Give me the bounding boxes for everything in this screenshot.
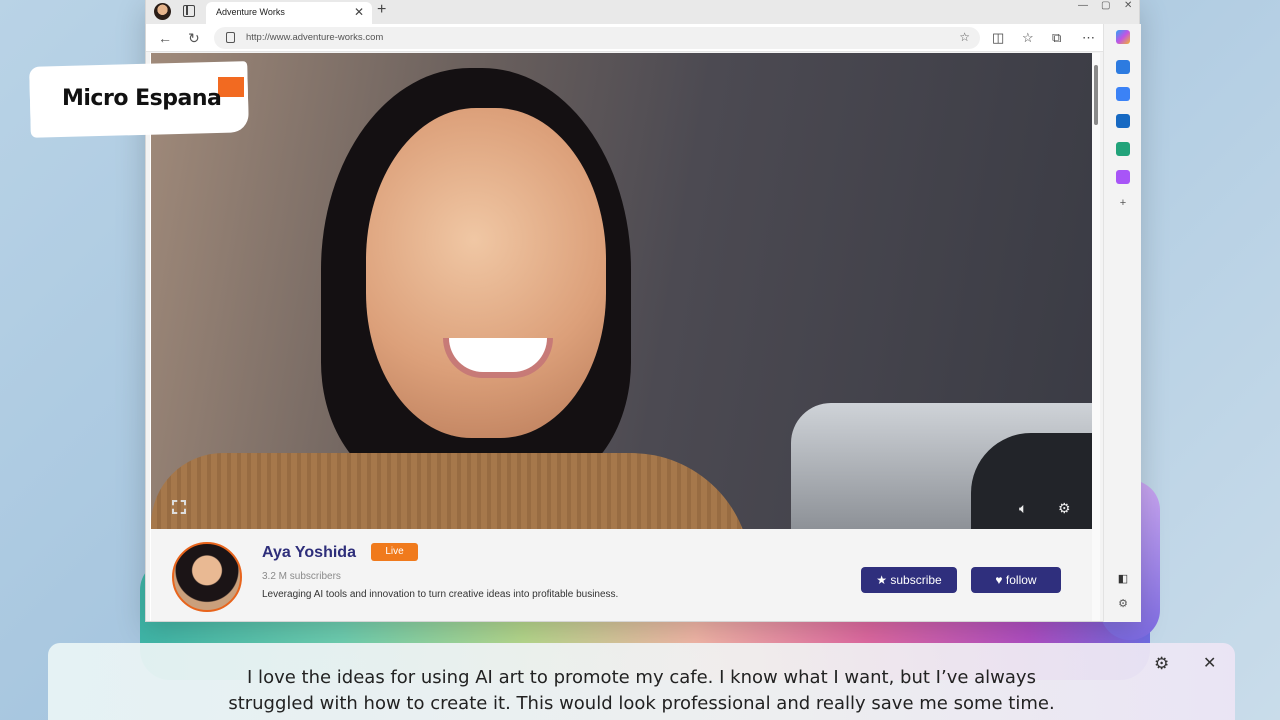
more-icon[interactable]: ⋯: [1082, 30, 1095, 46]
star-icon: ★: [876, 573, 888, 587]
add-icon[interactable]: +: [1116, 196, 1130, 210]
subscribe-label: subscribe: [890, 573, 942, 587]
copilot-icon[interactable]: [1116, 30, 1130, 44]
sidebar-settings-icon[interactable]: ⚙: [1116, 597, 1130, 611]
window-close-icon[interactable]: ✕: [1124, 0, 1132, 11]
channel-name[interactable]: Aya Yoshida: [262, 544, 356, 562]
tools-icon[interactable]: [1116, 87, 1130, 101]
person-sweater: [151, 453, 751, 529]
tab-title: Adventure Works: [216, 7, 285, 17]
sidebar-toggle-icon[interactable]: ◧: [1116, 572, 1130, 586]
tab-bar: Adventure Works ✕ + — ▢ ✕: [146, 0, 1139, 24]
split-screen-icon[interactable]: ◫: [992, 30, 1004, 46]
url-input[interactable]: http://www.adventure-works.com ☆: [214, 27, 980, 49]
url-text: http://www.adventure-works.com: [246, 32, 384, 43]
page-viewport: 🔈︎ ⚙ Aya Yoshida Live 3.2 M subscribers …: [150, 53, 1093, 621]
edge-sidebar: + ◧ ⚙: [1103, 24, 1141, 622]
designer-icon[interactable]: [1116, 170, 1130, 184]
profile-icon[interactable]: [154, 3, 171, 20]
caption-panel: I love the ideas for using AI art to pro…: [48, 643, 1235, 720]
caption-settings-icon[interactable]: ⚙: [1154, 654, 1169, 674]
follow-label: follow: [1005, 573, 1037, 587]
collections-icon[interactable]: ⧉: [1052, 30, 1061, 46]
subscribe-button[interactable]: ★ subscribe: [861, 567, 957, 593]
avatar[interactable]: [172, 542, 242, 612]
tag-icon[interactable]: [1116, 60, 1130, 74]
shopping-icon[interactable]: [1116, 142, 1130, 156]
refresh-icon[interactable]: ↻: [188, 30, 200, 47]
close-icon[interactable]: ✕: [354, 5, 364, 19]
minimize-icon[interactable]: —: [1078, 0, 1088, 11]
maximize-icon[interactable]: ▢: [1101, 0, 1110, 11]
channel-description: Leveraging AI tools and innovation to tu…: [262, 589, 619, 600]
tabs-icon[interactable]: [183, 5, 195, 17]
heart-icon: ♥: [995, 573, 1003, 587]
subscriber-count: 3.2 M subscribers: [262, 571, 341, 582]
outlook-icon[interactable]: [1116, 114, 1130, 128]
favorites-icon[interactable]: ☆: [1022, 30, 1034, 46]
caption-line-2: struggled with how to create it. This wo…: [228, 693, 1055, 714]
channel-info: Aya Yoshida Live 3.2 M subscribers Lever…: [151, 529, 1092, 621]
status-badge: Live: [371, 543, 418, 561]
address-bar: ← ↻ http://www.adventure-works.com ☆ ◫ ☆…: [146, 24, 1139, 52]
back-icon[interactable]: ←: [158, 30, 172, 46]
person-face: [366, 108, 606, 438]
caption-line-1: I love the ideas for using AI art to pro…: [247, 667, 1036, 688]
caption-close-icon[interactable]: ✕: [1203, 653, 1216, 673]
follow-button[interactable]: ♥ follow: [971, 567, 1061, 593]
favorite-icon[interactable]: ☆: [959, 30, 970, 44]
fullscreen-icon[interactable]: [172, 500, 186, 514]
logo-accent: [218, 77, 244, 97]
gear-icon[interactable]: ⚙: [1058, 500, 1071, 517]
logo-text: Micro Espana: [62, 86, 222, 111]
video-player[interactable]: 🔈︎ ⚙: [151, 53, 1092, 529]
caption-text: I love the ideas for using AI art to pro…: [48, 665, 1235, 717]
scroll-thumb[interactable]: [1094, 65, 1098, 125]
volume-icon[interactable]: 🔈︎: [1019, 500, 1027, 517]
lock-icon: [226, 32, 235, 43]
tab-adventure-works[interactable]: Adventure Works ✕: [206, 2, 372, 24]
plus-icon[interactable]: +: [377, 1, 386, 19]
scrollbar[interactable]: [1092, 53, 1100, 621]
browser-window: Adventure Works ✕ + — ▢ ✕ ← ↻ http://www…: [145, 0, 1141, 622]
